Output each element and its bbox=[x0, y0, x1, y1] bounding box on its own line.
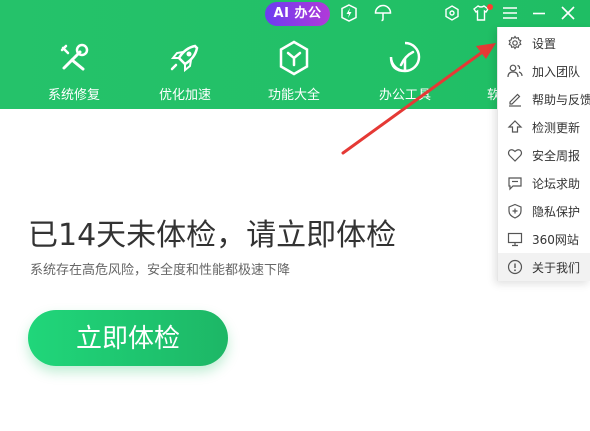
menu-item-help-feedback[interactable]: 帮助与反馈 bbox=[498, 85, 590, 113]
menu-item-security-report[interactable]: 安全周报 bbox=[498, 141, 590, 169]
nav-label: 办公工具 bbox=[378, 88, 431, 103]
shield-plus-icon bbox=[507, 203, 523, 219]
dropdown-menu: 设置 加入团队 帮助与反馈 检测更新 安全周报 论坛求助 隐私保护 360网站 … bbox=[497, 27, 590, 281]
heart-icon bbox=[507, 147, 523, 163]
nav-optimize[interactable]: 优化加速 bbox=[140, 38, 230, 108]
bolt-shield-icon[interactable] bbox=[340, 4, 358, 22]
risk-warning: 系统存在高危风险，安全度和性能都极速下降 bbox=[30, 263, 291, 278]
menu-item-label: 检测更新 bbox=[532, 121, 581, 135]
notification-dot bbox=[487, 4, 493, 10]
nav-label: 优化加速 bbox=[158, 88, 211, 103]
menu-item-label: 论坛求助 bbox=[532, 177, 581, 191]
menu-item-join-team[interactable]: 加入团队 bbox=[498, 57, 590, 85]
menu-item-label: 加入团队 bbox=[532, 65, 581, 79]
info-icon bbox=[507, 259, 523, 275]
menu-item-label: 帮助与反馈 bbox=[532, 93, 590, 107]
menu-item-label: 安全周报 bbox=[532, 149, 581, 163]
menu-item-label: 关于我们 bbox=[532, 261, 581, 275]
upload-icon bbox=[507, 119, 523, 135]
menu-item-about-us[interactable]: 关于我们 bbox=[498, 253, 590, 281]
nav-software[interactable]: 软 bbox=[460, 38, 500, 108]
check-now-button[interactable]: 立即体检 bbox=[28, 310, 228, 366]
menu-item-check-update[interactable]: 检测更新 bbox=[498, 113, 590, 141]
menu-item-forum-help[interactable]: 论坛求助 bbox=[498, 169, 590, 197]
menu-item-label: 隐私保护 bbox=[532, 205, 581, 219]
leaf-icon bbox=[385, 38, 425, 78]
ai-office-button[interactable]: AI 办公 bbox=[265, 2, 330, 26]
menu-item-privacy[interactable]: 隐私保护 bbox=[498, 197, 590, 225]
gear-icon bbox=[507, 35, 523, 51]
menu-item-360-website[interactable]: 360网站 bbox=[498, 225, 590, 253]
software-icon bbox=[460, 38, 500, 78]
users-icon bbox=[507, 63, 523, 79]
gear-icon[interactable] bbox=[443, 4, 461, 22]
menu-item-settings[interactable]: 设置 bbox=[498, 29, 590, 57]
nav-office-tools[interactable]: 办公工具 bbox=[360, 38, 450, 108]
umbrella-icon[interactable] bbox=[374, 4, 392, 22]
menu-icon[interactable] bbox=[501, 4, 519, 22]
menu-item-label: 设置 bbox=[532, 37, 557, 51]
nav-label: 系统修复 bbox=[47, 88, 100, 103]
nav-label: 软 bbox=[486, 88, 500, 103]
monitor-icon bbox=[507, 231, 523, 247]
pencil-icon bbox=[507, 91, 523, 107]
rocket-icon bbox=[165, 38, 205, 78]
hexagon-icon bbox=[274, 38, 314, 78]
page-title: 已14天未体检，请立即体检 bbox=[28, 218, 397, 253]
menu-item-label: 360网站 bbox=[532, 233, 579, 247]
minimize-icon[interactable] bbox=[530, 4, 548, 22]
nav-system-repair[interactable]: 系统修复 bbox=[29, 38, 119, 108]
wrench-screwdriver-icon bbox=[54, 38, 94, 78]
nav-all-features[interactable]: 功能大全 bbox=[249, 38, 339, 108]
nav-label: 功能大全 bbox=[267, 88, 320, 103]
close-icon[interactable] bbox=[559, 4, 577, 22]
chat-icon bbox=[507, 175, 523, 191]
